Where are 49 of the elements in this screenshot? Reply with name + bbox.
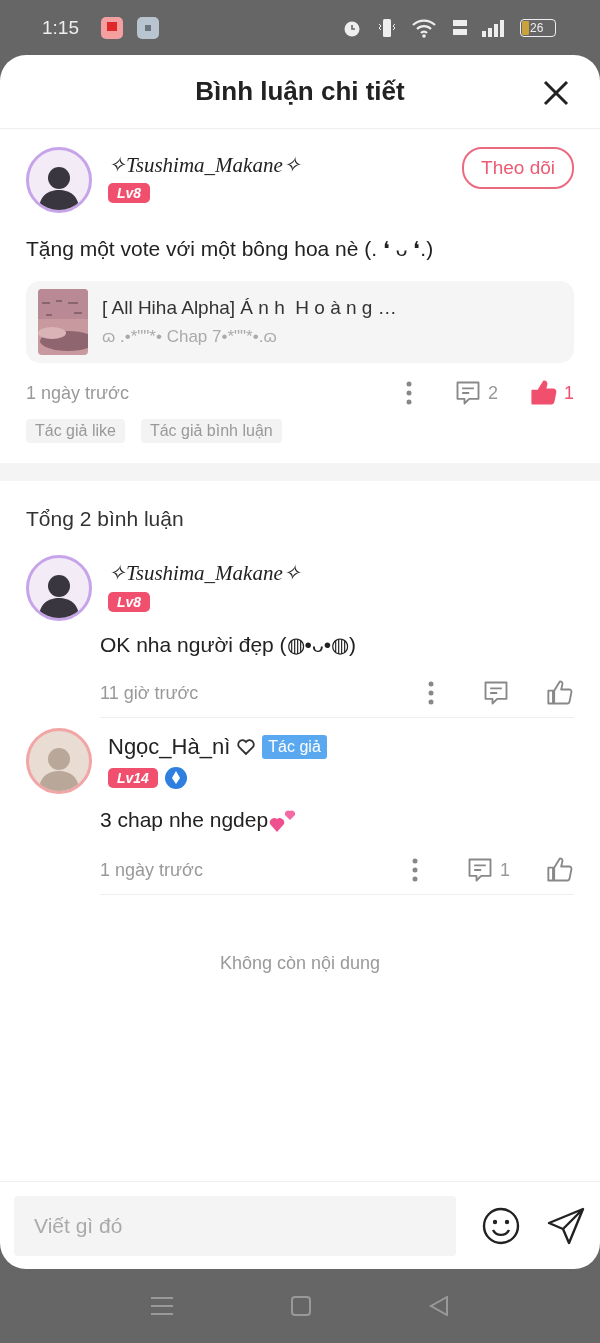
status-time: 1:15 <box>42 16 79 39</box>
comment-text: Tặng một vote với một bông hoa nè (. ❛ ᴗ ❛.) <box>26 237 435 261</box>
battery-level: 26 <box>530 21 544 34</box>
notification-app-icon <box>101 16 123 39</box>
comment-text: OK nha người đẹp (◍•ᴗ•◍) <box>100 633 356 657</box>
comment-text: 3 chap nhe ngdep <box>100 808 269 832</box>
emoji-button[interactable] <box>482 1206 520 1245</box>
notification-app-icon <box>137 16 159 39</box>
send-button[interactable] <box>546 1205 586 1246</box>
timestamp: 1 ngày trước <box>100 859 204 881</box>
author-tag: Tác giả like <box>26 419 125 443</box>
heart-icon <box>236 737 257 757</box>
timestamp: 11 giờ trước <box>100 682 200 704</box>
wifi-icon <box>412 17 438 38</box>
battery-fill <box>522 20 529 35</box>
comment-icon <box>482 679 510 707</box>
reply-button[interactable] <box>482 679 510 707</box>
username[interactable]: Ngọc_Hà_nì <box>108 734 231 760</box>
more-button[interactable] <box>405 381 412 405</box>
author-badge: Tác giả <box>262 735 327 759</box>
back-icon[interactable] <box>429 1296 449 1316</box>
like-button[interactable] <box>546 679 574 707</box>
end-of-list-note: Không còn nội dung <box>218 952 382 975</box>
comment-icon <box>466 856 494 884</box>
volte-icon <box>452 17 468 38</box>
more-button[interactable] <box>412 858 418 882</box>
more-icon <box>428 681 434 705</box>
more-icon <box>405 381 412 405</box>
more-icon <box>412 858 418 882</box>
linked-story-card[interactable]: [ All Hiha Alpha] Á n h H o à n g … ɷ .•*""*• Chap 7•*""*•.ɷ <box>26 281 574 363</box>
level-badge: Lv8 <box>108 592 151 612</box>
username[interactable]: ✧Tsushima_Makane✧ <box>108 153 447 178</box>
more-button[interactable] <box>428 681 434 705</box>
timestamp: 1 ngày trước <box>26 382 130 404</box>
author-tag: Tác giả bình luận <box>140 419 282 443</box>
level-badge: Lv14 <box>108 768 158 788</box>
chapter-title: ɷ .•*""*• Chap 7•*""*•.ɷ <box>102 327 278 347</box>
close-button[interactable] <box>542 79 570 107</box>
signal-icon <box>482 17 506 38</box>
home-icon[interactable] <box>291 1296 311 1316</box>
vibrate-icon <box>376 16 398 39</box>
story-title: [ All Hiha Alpha] Á n h H o à n g … <box>102 297 397 319</box>
like-button[interactable] <box>546 856 574 884</box>
level-badge: Lv8 <box>108 183 151 203</box>
comment-count: Tổng 2 bình luận <box>25 506 185 532</box>
username[interactable]: ✧Tsushima_Makane✧ <box>108 561 301 586</box>
comment-input[interactable]: Viết gì đó <box>14 1195 456 1256</box>
dialog-title: Bình luận chi tiết <box>195 76 405 107</box>
menu-icon[interactable] <box>151 1296 173 1316</box>
